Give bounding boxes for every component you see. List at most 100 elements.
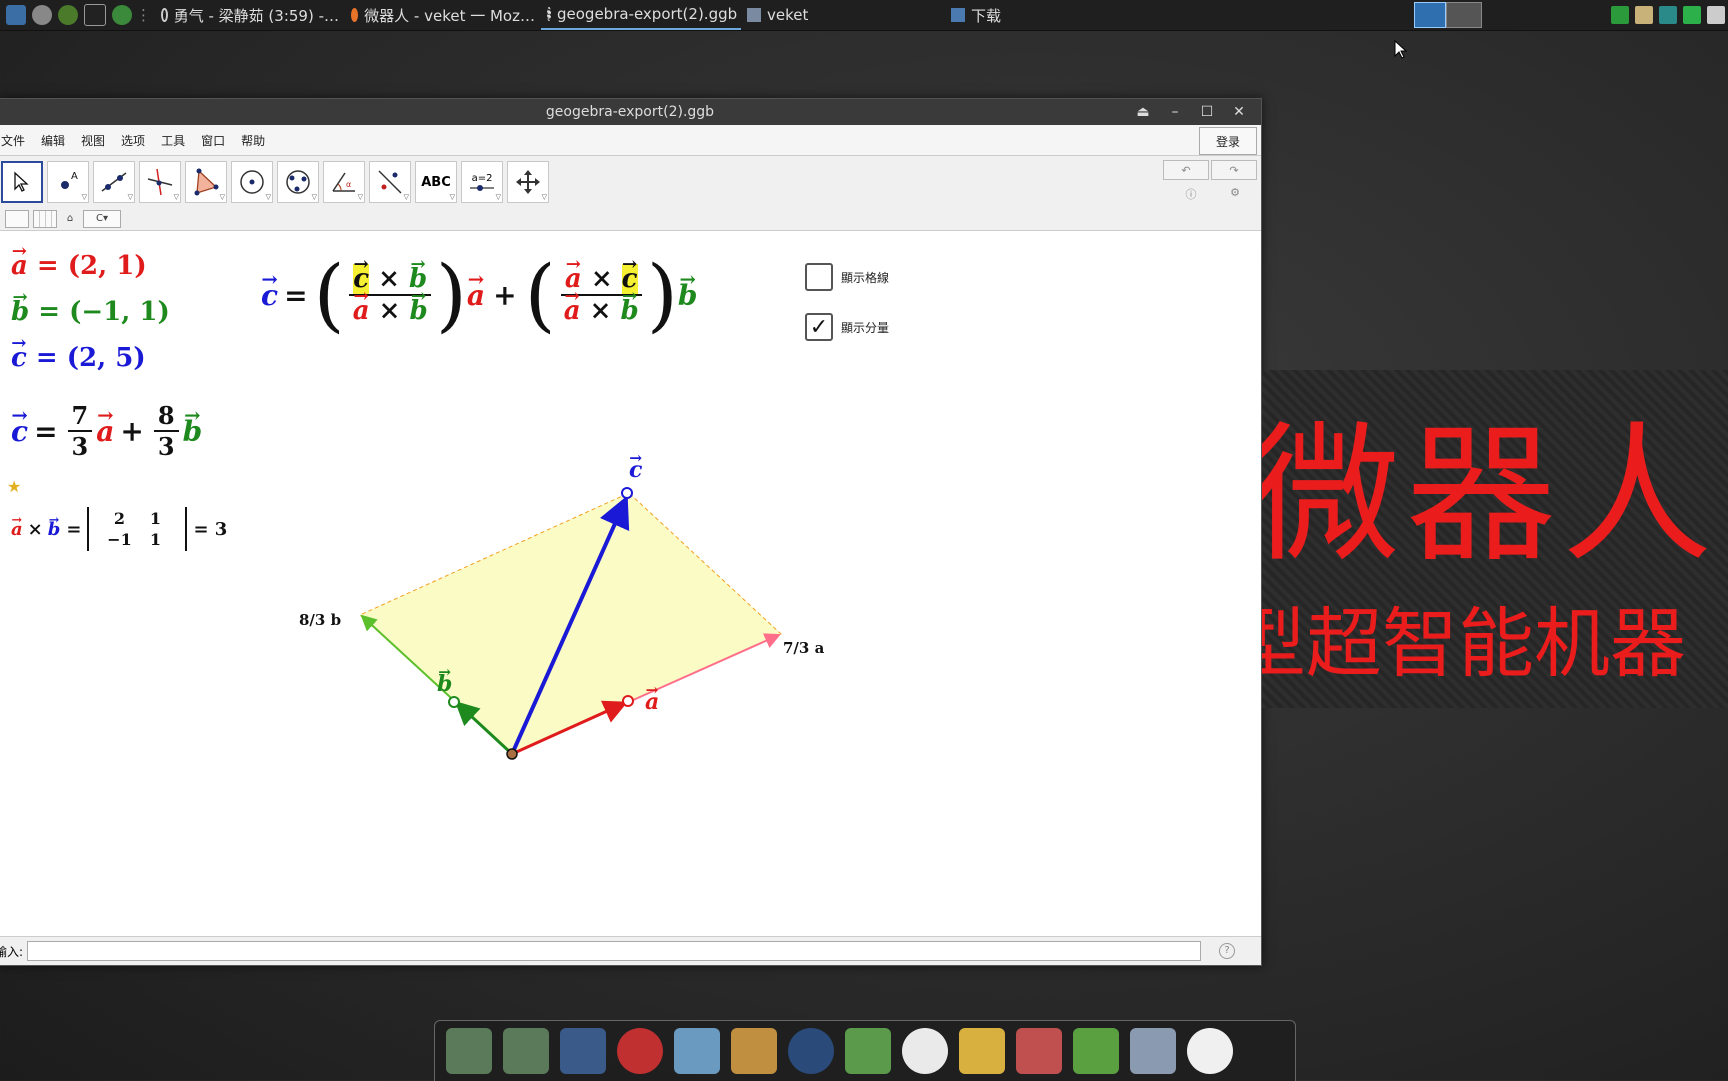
clipboard-icon[interactable]: [1635, 6, 1653, 24]
menu-options[interactable]: 选项: [113, 132, 153, 149]
tool-bar: A ▽ ▽ ▽ ▽ ▽ ▽ α ▽ ▽ ABC ▽ a=2 ▽ ▽ ↶ ↷ ⓘ …: [0, 156, 1261, 208]
browser-globe-icon[interactable]: [112, 5, 132, 25]
coefficient-a-numerator: 7: [67, 401, 93, 432]
help-icon[interactable]: ⓘ: [1169, 186, 1213, 202]
vector-b-value: = (−1, 1): [38, 297, 170, 327]
home-icon[interactable]: ⌂: [61, 211, 79, 227]
shield-icon[interactable]: [1611, 6, 1629, 24]
graphics-view[interactable]: a = (2, 1) b = (−1, 1) c = (2, 5) c = 7 …: [0, 231, 1261, 935]
dock-brightness-icon[interactable]: [1187, 1028, 1233, 1074]
menu-help[interactable]: 帮助: [233, 132, 273, 149]
move-arrows-icon: [516, 170, 540, 194]
redo-button[interactable]: ↷: [1211, 160, 1257, 180]
axes-toggle-icon[interactable]: [5, 210, 29, 228]
polygon-tool[interactable]: ▽: [185, 161, 227, 203]
perpendicular-tool[interactable]: ▽: [139, 161, 181, 203]
dropdown-triangle-icon: ▽: [265, 193, 271, 201]
dock-editor-icon[interactable]: [674, 1028, 720, 1074]
battery-icon[interactable]: [1683, 6, 1701, 24]
coefficient-b-numerator: 8: [153, 401, 179, 432]
dock-drive-icon[interactable]: [1130, 1028, 1176, 1074]
undo-button[interactable]: ↶: [1163, 160, 1209, 180]
dock-media-icon[interactable]: [788, 1028, 834, 1074]
eject-button[interactable]: ⏏: [1127, 104, 1159, 120]
network-icon[interactable]: [1659, 6, 1677, 24]
dock-chat-icon[interactable]: [845, 1028, 891, 1074]
menu-window[interactable]: 窗口: [193, 132, 233, 149]
show-grid-checkbox[interactable]: 顯示格線: [805, 263, 889, 291]
star-icon[interactable]: ★: [7, 477, 21, 496]
circle-tool[interactable]: ▽: [231, 161, 273, 203]
window-titlebar[interactable]: geogebra-export(2).ggb ⏏ – ☐ ✕: [0, 99, 1261, 125]
slider-icon: [470, 184, 494, 191]
dock-file-icon[interactable]: [959, 1028, 1005, 1074]
task-label: 下载: [971, 6, 1002, 25]
menu-edit[interactable]: 编辑: [33, 132, 73, 149]
settings-icon[interactable]: [32, 5, 52, 25]
task-firefox[interactable]: 微器人 - veket 一 Moz…: [345, 0, 541, 30]
dropdown-triangle-icon: ▽: [173, 193, 179, 201]
label-vector-a: a: [645, 681, 660, 715]
menu-view[interactable]: 视图: [73, 132, 113, 149]
system-monitor-icon[interactable]: [6, 5, 26, 25]
show-components-checkbox[interactable]: ✓ 顯示分量: [805, 313, 889, 341]
origin-point: [506, 748, 518, 760]
vector-a-symbol: a: [96, 404, 114, 448]
angle-tool[interactable]: α ▽: [323, 161, 365, 203]
keyboard-icon[interactable]: [1707, 6, 1725, 24]
equals-sign: =: [66, 518, 82, 540]
task-label: 勇气 - 梁静茹 (3:59) -…: [173, 6, 339, 25]
terminal-icon[interactable]: [84, 4, 106, 26]
close-button[interactable]: ✕: [1223, 104, 1255, 120]
task-file-manager[interactable]: veket: [741, 0, 945, 30]
vector-c-value: = (2, 5): [35, 343, 146, 373]
menu-tools[interactable]: 工具: [153, 132, 193, 149]
minimize-button[interactable]: –: [1159, 104, 1191, 120]
task-music-player[interactable]: 勇气 - 梁静茹 (3:59) -…: [155, 0, 345, 30]
vector-a-arrow: [511, 700, 628, 756]
checkbox-box[interactable]: [805, 263, 833, 291]
maximize-button[interactable]: ☐: [1191, 104, 1223, 120]
dock-monitor-icon[interactable]: [560, 1028, 606, 1074]
input-field[interactable]: [27, 941, 1202, 961]
vector-a-symbol: a: [467, 268, 485, 312]
dock-paint-icon[interactable]: [731, 1028, 777, 1074]
separator: ⋮: [136, 6, 151, 24]
checkbox-box[interactable]: ✓: [805, 313, 833, 341]
input-help-icon[interactable]: ?: [1219, 943, 1236, 959]
circle-3points-tool[interactable]: ▽: [277, 161, 319, 203]
dock-mascot-icon[interactable]: [617, 1028, 663, 1074]
point-tool[interactable]: A ▽: [47, 161, 89, 203]
play-icon[interactable]: [58, 5, 78, 25]
grid-toggle-icon[interactable]: [33, 210, 57, 228]
reflect-tool[interactable]: ▽: [369, 161, 411, 203]
task-geogebra[interactable]: geogebra-export(2).ggb: [541, 0, 741, 30]
line-tool[interactable]: ▽: [93, 161, 135, 203]
coefficient-a-formula: c × b a × b: [349, 254, 432, 326]
top-taskbar: ⋮ 勇气 - 梁静茹 (3:59) -… 微器人 - veket 一 Moz… …: [0, 0, 1728, 31]
login-button[interactable]: 登录: [1199, 127, 1257, 155]
desktop-switcher-2[interactable]: [1446, 2, 1482, 28]
dock-app-2-icon[interactable]: [503, 1028, 549, 1074]
checkbox-label: 顯示格線: [841, 270, 890, 285]
text-tool[interactable]: ABC ▽: [415, 161, 457, 203]
dock-qq-icon[interactable]: [902, 1028, 948, 1074]
point-capture-dropdown[interactable]: C▾: [83, 210, 121, 228]
slider-tool[interactable]: a=2 ▽: [461, 161, 503, 203]
task-downloads[interactable]: 下载: [945, 0, 1077, 30]
dock-chart-icon[interactable]: [1016, 1028, 1062, 1074]
point-a: [622, 695, 634, 707]
determinant-matrix: 2 1 −1 1: [87, 507, 188, 551]
text-tool-label: ABC: [421, 174, 451, 190]
dropdown-triangle-icon: ▽: [403, 193, 409, 201]
gear-icon[interactable]: ⚙: [1213, 186, 1257, 202]
menu-file[interactable]: 文件: [0, 132, 33, 149]
vector-b-symbol: b: [11, 287, 29, 327]
dock-help-icon[interactable]: [1073, 1028, 1119, 1074]
move-tool[interactable]: [1, 161, 43, 203]
move-view-tool[interactable]: ▽: [507, 161, 549, 203]
dock-app-1-icon[interactable]: [446, 1028, 492, 1074]
circle-3points-icon: [286, 170, 310, 194]
desktop-switcher-1[interactable]: [1414, 2, 1446, 28]
decomposition-result: c = 7 3 a + 8 3 b: [11, 401, 202, 461]
